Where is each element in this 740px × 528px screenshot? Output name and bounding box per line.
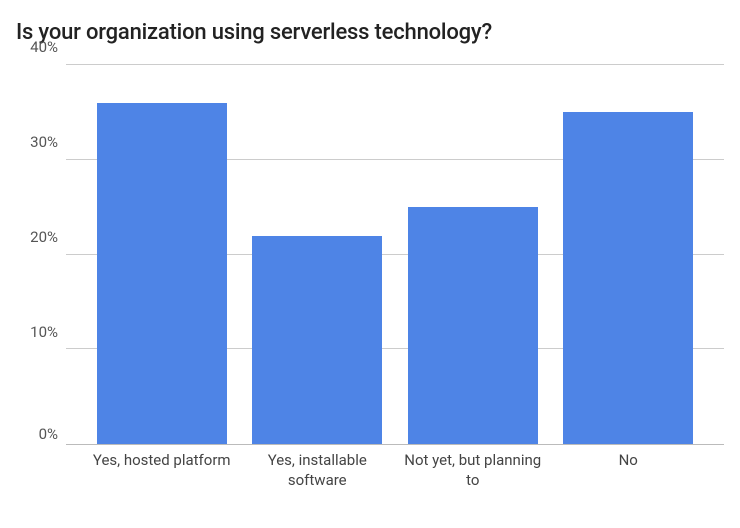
y-tick-label: 0% [39,425,58,443]
x-label: Not yet, but planning to [395,451,551,490]
bars-container [66,65,724,444]
y-tick-label: 40% [30,38,58,56]
bar-slot [551,65,707,444]
x-axis-labels: Yes, hosted platform Yes, installable so… [66,451,724,490]
chart-title: Is your organization using serverless te… [16,20,724,45]
x-label: Yes, installable software [240,451,396,490]
chart-area: 0% 10% 20% 30% 40% Yes, hosted platform [16,65,724,505]
x-label: Yes, hosted platform [84,451,240,490]
y-tick-label: 30% [30,133,58,151]
bar-yes-installable [252,236,382,444]
bar-slot [240,65,396,444]
y-tick-label: 10% [30,323,58,341]
bar-no [563,112,693,444]
bar-not-yet [408,207,538,444]
x-label: No [551,451,707,490]
bar-slot [84,65,240,444]
bar-slot [395,65,551,444]
bar-yes-hosted [97,103,227,444]
y-tick-label: 20% [30,228,58,246]
y-axis: 0% 10% 20% 30% 40% [16,65,66,445]
plot-area [66,65,724,445]
